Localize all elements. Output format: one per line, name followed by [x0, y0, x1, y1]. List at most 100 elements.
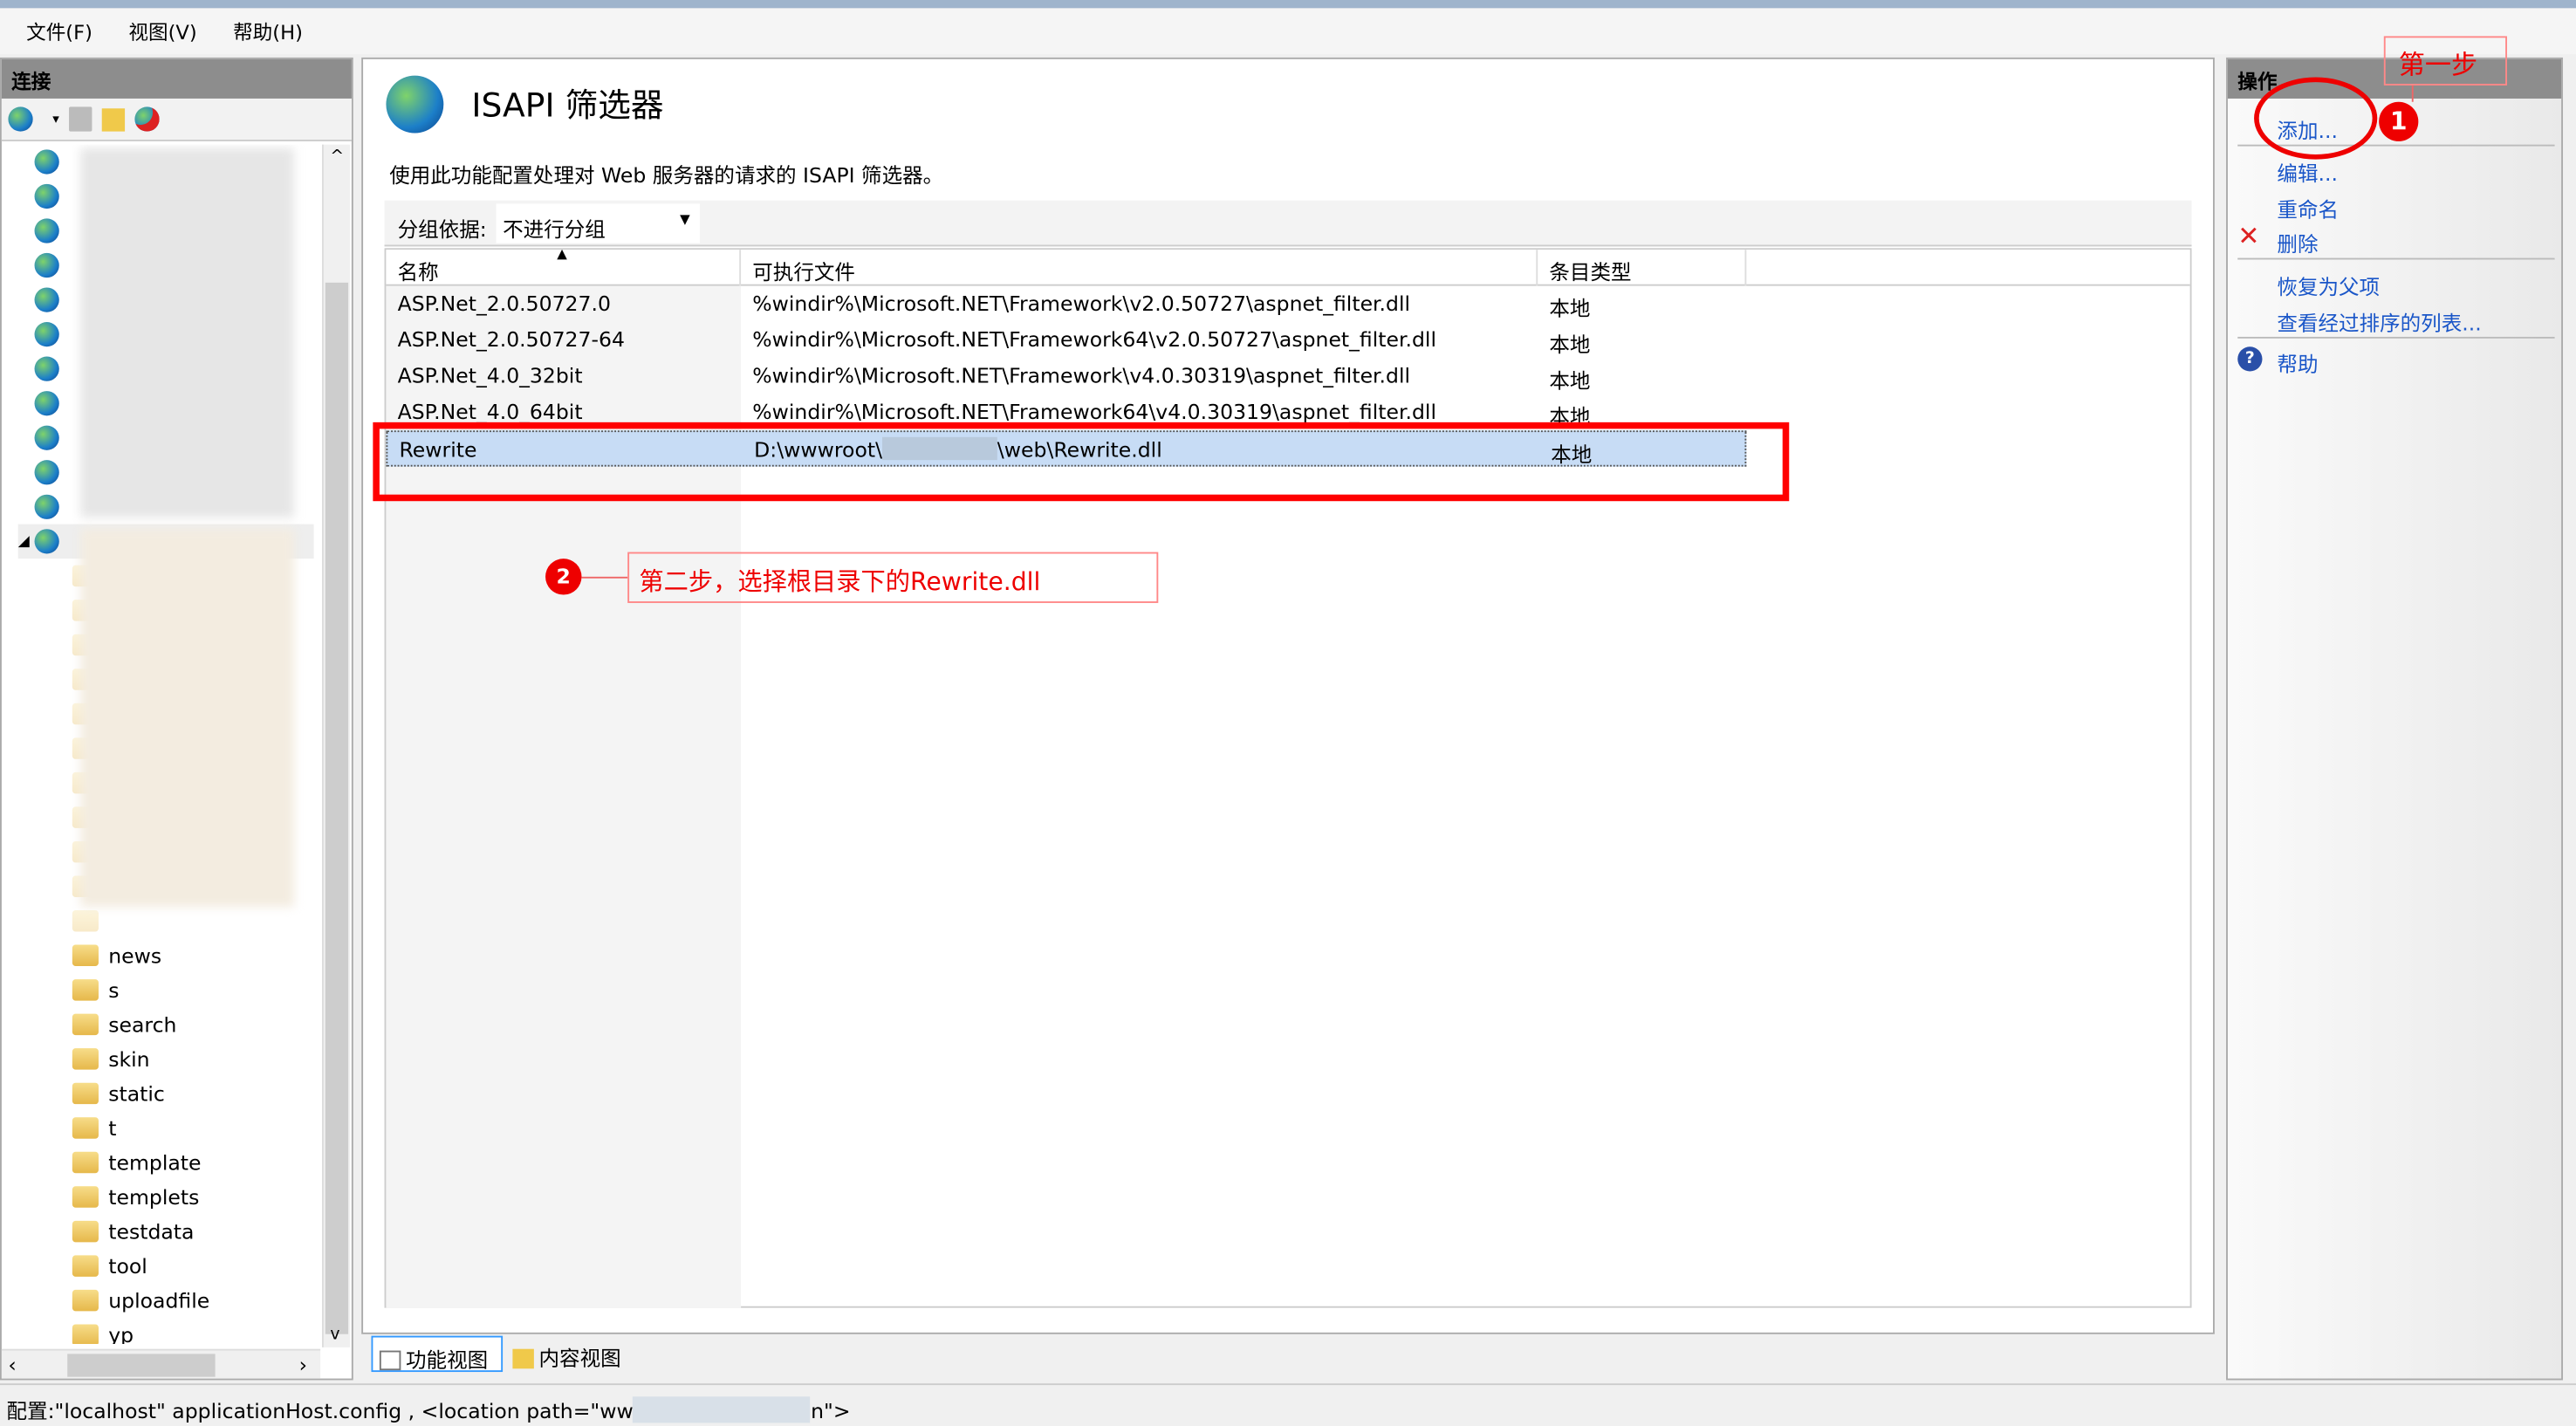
folder-icon — [72, 1186, 99, 1208]
tree-site[interactable] — [16, 283, 69, 318]
site-icon — [34, 218, 59, 243]
feature-panel: ISAPI 筛选器 使用此功能配置处理对 Web 服务器的请求的 ISAPI 筛… — [361, 57, 2215, 1334]
folder-icon — [72, 1324, 99, 1345]
table-header: 名称 ▲ 可执行文件 条目类型 — [386, 246, 2190, 286]
tree-folder-s[interactable]: s — [54, 973, 120, 1008]
tree-site[interactable] — [16, 179, 69, 214]
action-help[interactable]: 帮助 — [2277, 346, 2318, 378]
tree-site[interactable] — [16, 490, 69, 524]
tree-site[interactable] — [16, 421, 69, 456]
status-text: 配置:"localhost" applicationHost.config , … — [6, 1398, 634, 1423]
group-select[interactable]: 不进行分组 ▼ — [496, 203, 701, 243]
globe-icon — [386, 75, 444, 134]
folder-icon — [72, 1013, 99, 1036]
scroll-thumb[interactable] — [325, 282, 349, 1334]
folder-icon — [72, 1048, 99, 1070]
tree-site[interactable] — [16, 145, 69, 180]
disconnect-icon[interactable] — [134, 106, 160, 132]
tree-folder-t[interactable]: t — [54, 1111, 116, 1146]
horizontal-scrollbar[interactable]: ‹ › — [1, 1348, 321, 1379]
tree-site[interactable] — [16, 386, 69, 421]
tree-site[interactable] — [16, 248, 69, 283]
tree-folder-templets[interactable]: templets — [54, 1180, 199, 1215]
tree-folder-static[interactable]: static — [54, 1076, 165, 1111]
tab-content-view[interactable]: 内容视图 — [510, 1336, 641, 1372]
tree-folder-skin[interactable]: skin — [54, 1042, 150, 1077]
folder-icon — [72, 1255, 99, 1277]
action-view-ordered-list[interactable]: 查看经过排序的列表... — [2277, 305, 2481, 337]
help-icon: ? — [2237, 346, 2263, 372]
action-rename[interactable]: 重命名 — [2277, 192, 2339, 223]
folder-icon — [72, 944, 99, 967]
folder-icon — [72, 979, 99, 1001]
action-revert-to-parent[interactable]: 恢复为父项 — [2277, 270, 2380, 301]
site-icon — [34, 149, 59, 175]
site-icon — [34, 425, 59, 450]
tree-site[interactable] — [16, 317, 69, 352]
site-icon — [34, 252, 59, 278]
menu-help[interactable]: 帮助(H) — [233, 17, 303, 45]
group-label: 分组依据: — [397, 216, 487, 242]
status-bar: 配置:"localhost" applicationHost.config , … — [0, 1383, 2576, 1426]
step1-badge: 1 — [2379, 101, 2419, 141]
connections-toolbar: ▾ — [1, 98, 352, 141]
folder-icon — [72, 1117, 99, 1139]
menu-view[interactable]: 视图(V) — [128, 17, 196, 45]
highlight-add-ellipse — [2254, 77, 2378, 160]
action-delete[interactable]: 删除 — [2277, 227, 2318, 258]
delete-icon: ✕ — [2237, 220, 2260, 252]
site-icon — [34, 391, 59, 416]
tree-folder-uploadfile[interactable]: uploadfile — [54, 1283, 209, 1318]
column-executable[interactable]: 可执行文件 — [741, 250, 1538, 286]
tree-folder-template[interactable]: template — [54, 1145, 202, 1180]
menu-file[interactable]: 文件(F) — [26, 17, 92, 45]
tree-site[interactable] — [16, 352, 69, 387]
connections-tree: ◢ news s search skin static t template templets t… — [2, 145, 320, 1345]
menu-bar: 文件(F) 视图(V) 帮助(H) — [0, 8, 2576, 55]
connect-icon[interactable] — [8, 106, 33, 132]
highlight-rewrite-box — [373, 422, 1790, 502]
table-row[interactable]: ASP.Net_2.0.50727.0 %windir%\Microsoft.N… — [386, 286, 2193, 322]
site-icon — [34, 356, 59, 381]
table-row[interactable]: ASP.Net_4.0_32bit %windir%\Microsoft.NET… — [386, 358, 2193, 394]
folder-icon — [72, 1082, 99, 1105]
site-icon — [34, 529, 59, 554]
title-bar — [0, 0, 2576, 9]
scroll-thumb[interactable] — [67, 1354, 216, 1377]
content-view-icon — [512, 1348, 534, 1369]
filters-table: 名称 ▲ 可执行文件 条目类型 ASP.Net_2.0.50727.0 %wind… — [384, 246, 2193, 1308]
site-icon — [34, 460, 59, 485]
action-edit[interactable]: 编辑... — [2277, 156, 2338, 188]
vertical-scrollbar[interactable]: ^ v — [322, 144, 351, 1347]
tree-folder-testdata[interactable]: testdata — [54, 1214, 194, 1249]
tree-site[interactable] — [16, 456, 69, 490]
tree-folder-search[interactable]: search — [54, 1007, 176, 1042]
tree-folder-yp[interactable]: yp — [54, 1318, 134, 1345]
site-icon — [34, 322, 59, 347]
column-entry-type[interactable]: 条目类型 — [1538, 250, 1747, 286]
step2-label: 第二步，选择根目录下的Rewrite.dll — [627, 552, 1159, 603]
tree-site[interactable] — [16, 214, 69, 249]
tree-folder-news[interactable]: news — [54, 938, 161, 973]
group-value: 不进行分组 — [503, 216, 606, 242]
tree-folder-tool[interactable]: tool — [54, 1249, 147, 1284]
page-title: ISAPI 筛选器 — [471, 85, 664, 126]
save-icon[interactable] — [69, 106, 92, 132]
connections-panel: 连接 ▾ ◢ news s search skin static t template temp… — [0, 57, 353, 1381]
up-folder-icon[interactable] — [101, 107, 126, 131]
site-icon — [34, 183, 59, 209]
column-name[interactable]: 名称 ▲ — [386, 246, 742, 286]
site-icon — [34, 494, 59, 519]
table-row[interactable]: ASP.Net_2.0.50727-64 %windir%\Microsoft.… — [386, 322, 2193, 358]
connections-title: 连接 — [1, 58, 352, 99]
folder-icon — [72, 1289, 99, 1312]
page-description: 使用此功能配置处理对 Web 服务器的请求的 ISAPI 筛选器。 — [389, 162, 944, 188]
step2-badge: 2 — [545, 559, 582, 595]
features-view-icon — [379, 1350, 401, 1371]
step1-label: 第一步 — [2383, 36, 2508, 86]
site-icon — [34, 287, 59, 312]
tree-folder[interactable] — [54, 903, 108, 938]
folder-icon — [72, 1220, 99, 1243]
tab-features-view[interactable]: 功能视图 — [371, 1335, 504, 1373]
group-bar: 分组依据: 不进行分组 ▼ — [384, 200, 2192, 247]
